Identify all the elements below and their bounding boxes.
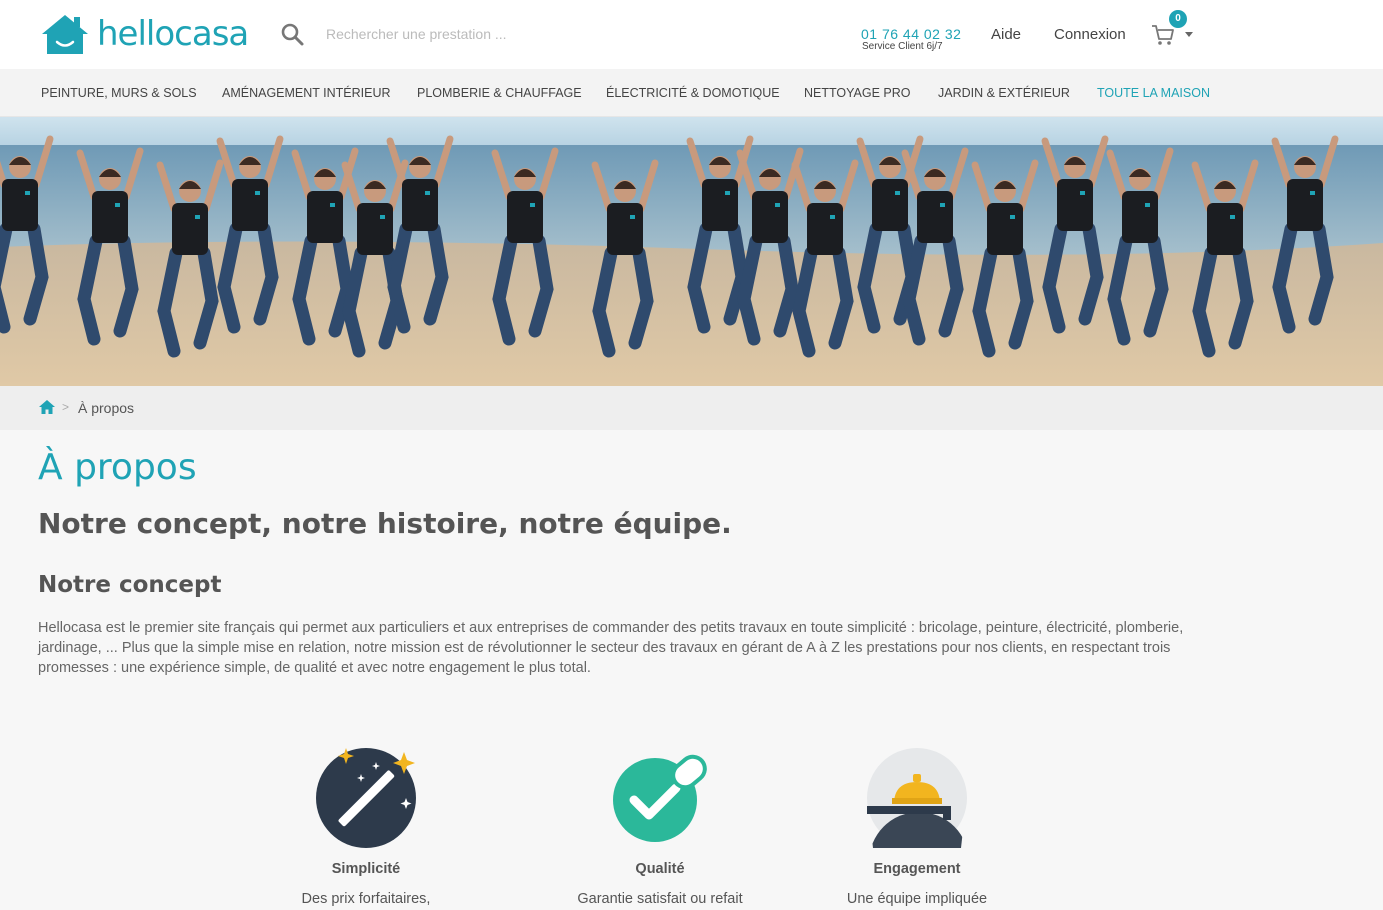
feature-title: Engagement [873,861,961,877]
nav-item-amenagement[interactable]: AMÉNAGEMENT INTÉRIEUR [222,86,391,100]
search-input[interactable] [318,20,798,48]
phone-subtitle: Service Client 6j/7 [862,41,943,52]
concept-paragraph: Hellocasa est le premier site français q… [38,620,1184,676]
checkmark-badge-icon [613,754,707,842]
breadcrumb-separator: > [62,400,70,414]
nav-item-toute-la-maison[interactable]: TOUTE LA MAISON [1097,86,1210,100]
help-link[interactable]: Aide [991,26,1021,44]
site-header: hellocasa 01 76 44 02 32 Service Client … [0,0,1383,69]
feature-title: Qualité [635,861,685,877]
category-nav: PEINTURE, MURS & SOLS AMÉNAGEMENT INTÉRI… [0,69,1383,117]
hero-banner [0,117,1383,386]
nav-item-electricite[interactable]: ÉLECTRICITÉ & DOMOTIQUE [606,86,780,100]
breadcrumb: > À propos [0,386,1383,430]
service-bell-icon [867,748,967,848]
feature-desc: Garantie satisfait ou refait [577,891,743,907]
house-logo-icon [42,15,88,54]
home-icon[interactable] [38,399,56,415]
search-icon[interactable] [280,22,306,48]
feature-title: Simplicité [331,861,401,877]
feature-qualite: Qualité Garantie satisfait ou refait [540,748,780,908]
section-title: Notre concept [38,572,222,598]
feature-engagement: Engagement Une équipe impliquée [797,748,1037,908]
nav-item-plomberie[interactable]: PLOMBERIE & CHAUFFAGE [417,86,582,100]
login-link[interactable]: Connexion [1054,26,1126,44]
nav-item-nettoyage[interactable]: NETTOYAGE PRO [804,86,911,100]
page-title: À propos [38,447,197,488]
team-beach-photo [0,117,1383,386]
feature-desc: Des prix forfaitaires, [301,891,431,907]
logo-text: hellocasa [97,14,249,54]
cart-count-badge: 0 [1169,10,1187,28]
magic-wand-icon [316,748,416,848]
page-subtitle: Notre concept, notre histoire, notre équ… [38,507,732,540]
logo[interactable]: hellocasa [38,12,249,56]
feature-desc: Une équipe impliquée [846,891,988,907]
cart-caret-icon[interactable] [1185,32,1193,37]
breadcrumb-current: À propos [78,400,135,416]
phone-number[interactable]: 01 76 44 02 32 [861,26,961,42]
feature-simplicite: Simplicité Des prix forfaitaires, [246,748,486,908]
nav-item-jardin[interactable]: JARDIN & EXTÉRIEUR [938,86,1070,100]
nav-item-peinture[interactable]: PEINTURE, MURS & SOLS [41,86,197,100]
